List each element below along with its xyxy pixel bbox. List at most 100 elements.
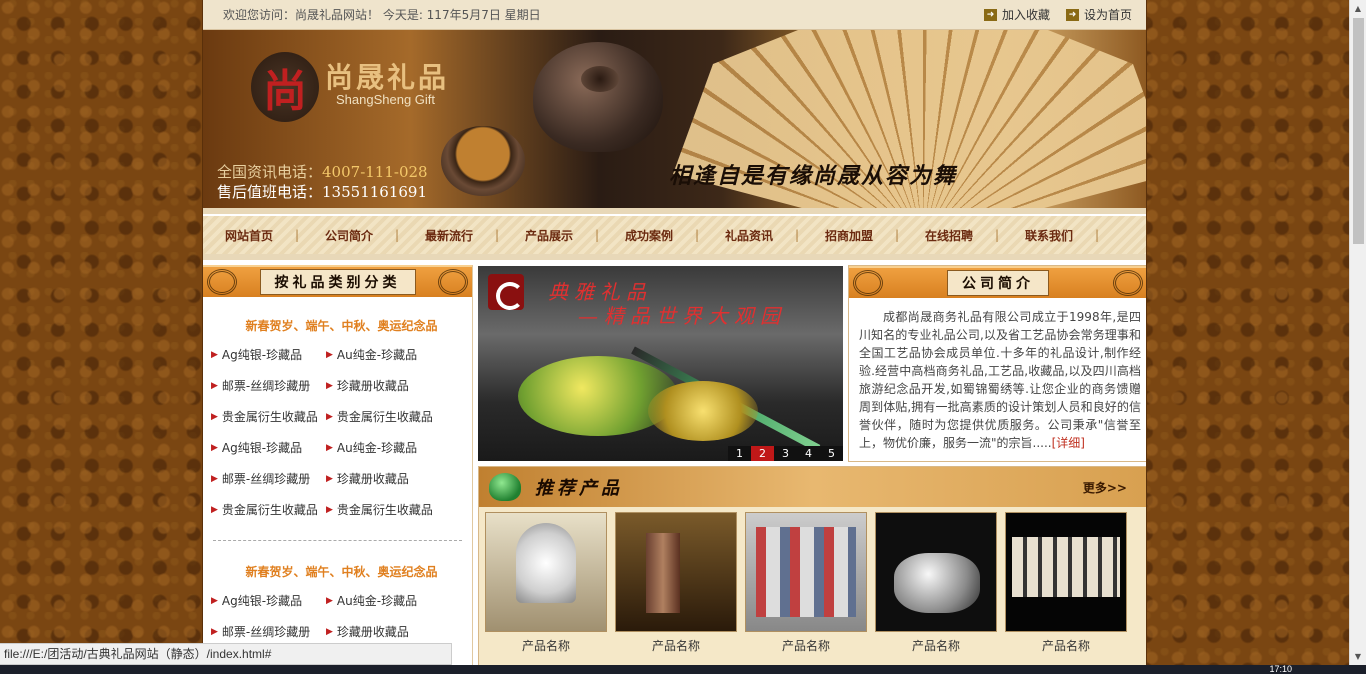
slider-page-4[interactable]: 4	[797, 446, 820, 461]
slider-page-3[interactable]: 3	[774, 446, 797, 461]
category-link[interactable]: ▶ 贵金属衍生收藏品	[326, 501, 456, 518]
bookmark-link[interactable]: ➜ 加入收藏	[983, 6, 1050, 23]
nav-franchise[interactable]: 招商加盟 |	[825, 227, 925, 244]
bullet-icon: ▶	[211, 442, 218, 453]
nav-label: 礼品资讯	[725, 228, 774, 243]
category-link[interactable]: ▶ 邮票-丝绸珍藏册	[211, 470, 326, 487]
bullet-icon: ▶	[326, 504, 333, 515]
product-image[interactable]	[1005, 512, 1127, 632]
slider-subtitle: —精品世界大观园	[578, 304, 786, 328]
category-title-bar: 按礼品类别分类	[203, 265, 472, 297]
category-link[interactable]: ▶ 珍藏册收藏品	[326, 623, 456, 640]
ornament-icon	[1113, 270, 1143, 296]
product-name[interactable]: 产品名称	[1005, 637, 1127, 654]
nav-about[interactable]: 公司简介 |	[325, 227, 425, 244]
category-link[interactable]: ▶ 邮票-丝绸珍藏册	[211, 377, 326, 394]
teapot-lid-image	[581, 66, 619, 92]
product-name[interactable]: 产品名称	[485, 637, 607, 654]
bullet-icon: ▶	[326, 595, 333, 606]
product-card[interactable]: 产品名称	[485, 512, 607, 654]
nav-label: 成功案例	[625, 228, 674, 243]
product-name[interactable]: 产品名称	[745, 637, 867, 654]
more-link[interactable]: 更多>>	[1083, 479, 1127, 496]
category-link[interactable]: ▶ 贵金属衍生收藏品	[211, 501, 326, 518]
slider-page-2[interactable]: 2	[751, 446, 774, 461]
product-image[interactable]	[875, 512, 997, 632]
nav-home[interactable]: 网站首页 |	[225, 227, 325, 244]
nav-label: 产品展示	[525, 228, 574, 243]
arrow-icon: ➜	[983, 8, 997, 21]
slider-page-1[interactable]: 1	[728, 446, 751, 461]
glass-dish-image	[648, 381, 758, 441]
category-link[interactable]: ▶ Ag纯银-珍藏品	[211, 592, 326, 609]
category-link[interactable]: ▶ 贵金属衍生收藏品	[211, 408, 326, 425]
bullet-icon: ▶	[326, 626, 333, 637]
teacup-image	[441, 126, 525, 196]
bullet-icon: ▶	[211, 595, 218, 606]
product-card[interactable]: 产品名称	[615, 512, 737, 654]
product-name[interactable]: 产品名称	[615, 637, 737, 654]
category-link[interactable]: ▶ 珍藏册收藏品	[326, 377, 456, 394]
scroll-up-icon[interactable]: ▲	[1350, 0, 1366, 17]
recommended-title: 推荐产品	[535, 478, 623, 499]
category-link[interactable]: ▶ Au纯金-珍藏品	[326, 346, 456, 363]
ornament-icon	[207, 269, 237, 295]
ornament-icon	[438, 269, 468, 295]
category-link[interactable]: ▶ Ag纯银-珍藏品	[211, 346, 326, 363]
category-label: 邮票-丝绸珍藏册	[221, 625, 311, 639]
product-name[interactable]: 产品名称	[875, 637, 997, 654]
scroll-down-icon[interactable]: ▼	[1350, 648, 1366, 665]
nav-contact[interactable]: 联系我们 |	[1025, 227, 1125, 244]
nav-trending[interactable]: 最新流行 |	[425, 227, 525, 244]
category-link[interactable]: ▶ Ag纯银-珍藏品	[211, 439, 326, 456]
service-number: 13551161691	[322, 183, 427, 201]
clock: 17:10	[1269, 664, 1292, 674]
set-homepage-link[interactable]: ➜ 设为首页	[1065, 6, 1132, 23]
nav-cases[interactable]: 成功案例 |	[625, 227, 725, 244]
nav-news[interactable]: 礼品资讯 |	[725, 227, 825, 244]
category-link[interactable]: ▶ Au纯金-珍藏品	[326, 592, 456, 609]
bullet-icon: ▶	[211, 380, 218, 391]
image-slider[interactable]: 典雅礼品 —精品世界大观园 1 2 3 4 5	[478, 266, 843, 461]
logo-mark: 尚	[263, 66, 307, 117]
slider-page-5[interactable]: 5	[820, 446, 843, 461]
category-link[interactable]: ▶ 贵金属衍生收藏品	[326, 408, 456, 425]
bookmark-label: 加入收藏	[1001, 8, 1050, 22]
logo-chinese-name: 尚晟礼品	[325, 61, 450, 94]
nav-separator: |	[995, 228, 1000, 242]
product-card[interactable]: 产品名称	[875, 512, 997, 654]
nav-label: 网站首页	[225, 228, 274, 243]
category-label: 贵金属衍生收藏品	[221, 410, 318, 424]
scroll-thumb[interactable]	[1353, 18, 1364, 244]
bullet-icon: ▶	[211, 626, 218, 637]
nav-products[interactable]: 产品展示 |	[525, 227, 625, 244]
bullet-icon: ▶	[326, 411, 333, 422]
bullet-icon: ▶	[326, 349, 333, 360]
logo-english-name: ShangSheng Gift	[336, 92, 436, 107]
top-bar: 欢迎您访问：尚晟礼品网站！ 今天是: 117年5月7日 星期日 ➜ 加入收藏 ➜ 设…	[203, 0, 1146, 30]
category-label: 珍藏册收藏品	[336, 625, 409, 639]
bullet-icon: ▶	[326, 442, 333, 453]
category-link[interactable]: ▶ 邮票-丝绸珍藏册	[211, 623, 326, 640]
product-image[interactable]	[745, 512, 867, 632]
product-image[interactable]	[615, 512, 737, 632]
product-card[interactable]: 产品名称	[745, 512, 867, 654]
product-image[interactable]	[485, 512, 607, 632]
teapot-image	[533, 42, 663, 152]
bullet-icon: ▶	[326, 380, 333, 391]
welcome-text: 欢迎您访问：尚晟礼品网站！ 今天是: 117年5月7日 星期日	[223, 8, 541, 22]
about-title-bar: 公司简介	[849, 266, 1146, 298]
nav-jobs[interactable]: 在线招聘 |	[925, 227, 1025, 244]
product-card[interactable]: 产品名称	[1005, 512, 1127, 654]
category-link[interactable]: ▶ 珍藏册收藏品	[326, 470, 456, 487]
category-group-heading: 新春贺岁、端午、中秋、奥运纪念品	[245, 565, 438, 579]
category-label: Ag纯银-珍藏品	[221, 441, 303, 455]
ornament-icon	[853, 270, 883, 296]
category-label: Ag纯银-珍藏品	[221, 348, 303, 362]
category-label: 珍藏册收藏品	[336, 472, 409, 486]
about-more-link[interactable]: [详细]	[1052, 436, 1085, 450]
jade-icon	[489, 473, 521, 501]
vertical-scrollbar[interactable]: ▲ ▼	[1349, 0, 1366, 665]
bullet-icon: ▶	[326, 473, 333, 484]
category-link[interactable]: ▶ Au纯金-珍藏品	[326, 439, 456, 456]
